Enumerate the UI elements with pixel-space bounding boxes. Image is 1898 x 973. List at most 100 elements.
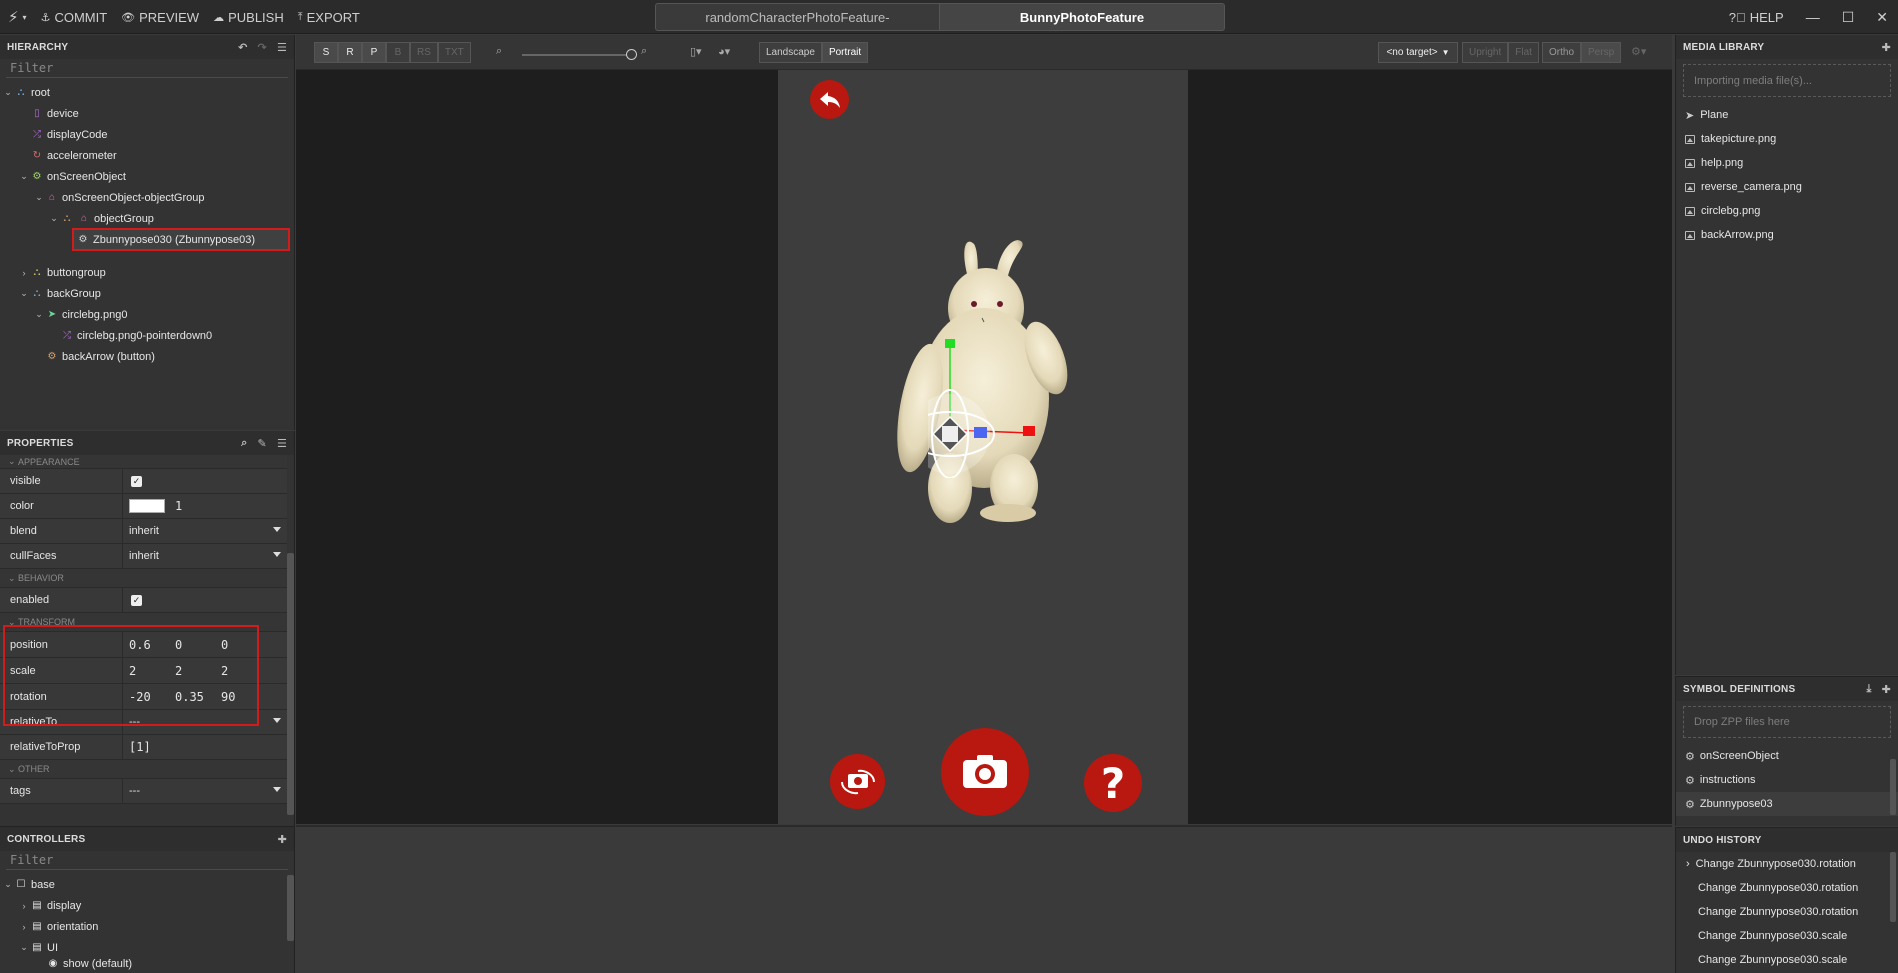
export-button[interactable]: ⤒ EXPORT: [298, 10, 360, 25]
section-other[interactable]: ⌄ OTHER: [0, 760, 287, 779]
tree-item-device[interactable]: ▯ device: [0, 103, 294, 124]
chevron-down-icon[interactable]: ⌄: [33, 192, 45, 203]
zoom-slider-track[interactable]: [522, 54, 632, 56]
tree-item-circlebg[interactable]: ⌄ ➤ circlebg.png0: [0, 304, 294, 325]
zpp-drop-zone[interactable]: Drop ZPP files here: [1683, 706, 1891, 738]
chevron-down-icon[interactable]: ⌄: [18, 942, 30, 953]
persp-button[interactable]: Persp: [1581, 42, 1622, 63]
publish-button[interactable]: ☁ PUBLISH: [213, 10, 284, 25]
tree-item-displaycode[interactable]: ⤮ displayCode: [0, 124, 294, 145]
media-item-takepicture[interactable]: takepicture.png: [1676, 127, 1898, 151]
position-z-input[interactable]: 0: [221, 638, 267, 652]
tree-item-backgroup[interactable]: ⌄ ⛬ backGroup: [0, 283, 294, 304]
enabled-checkbox[interactable]: ✓: [131, 594, 142, 606]
tab-bunny-photo-feature[interactable]: BunnyPhotoFeature: [940, 3, 1225, 31]
chevron-down-icon[interactable]: ⌄: [18, 288, 30, 299]
controller-display[interactable]: › ▤ display: [0, 895, 294, 916]
color-alpha-value[interactable]: 1: [175, 499, 182, 513]
mode-b-button[interactable]: B: [386, 42, 410, 63]
tree-item-pointerdown[interactable]: ⤮ circlebg.png0-pointerdown0: [0, 325, 294, 346]
media-item-circlebg[interactable]: circlebg.png: [1676, 199, 1898, 223]
controller-ui[interactable]: ⌄ ▤ UI: [0, 937, 294, 958]
mode-rotate-button[interactable]: R: [338, 42, 362, 63]
relativetoprop-input[interactable]: [1]: [123, 735, 287, 759]
symbol-onscreenobject[interactable]: ⚙ onScreenObject: [1676, 744, 1898, 768]
help-button[interactable]: ?⃝ HELP: [1729, 10, 1784, 25]
undo-item[interactable]: Change Zbunnypose030.scale: [1676, 924, 1898, 948]
landscape-button[interactable]: Landscape: [759, 42, 822, 63]
symbol-instructions[interactable]: ⚙ instructions: [1676, 768, 1898, 792]
media-item-backarrow[interactable]: backArrow.png: [1676, 223, 1898, 247]
search-icon[interactable]: ⌕: [241, 437, 247, 450]
section-appearance[interactable]: ⌄ APPEARANCE: [0, 455, 287, 469]
close-icon[interactable]: ✕: [1876, 9, 1888, 26]
undo-scrollbar[interactable]: [1890, 852, 1896, 922]
maximize-icon[interactable]: ☐: [1842, 9, 1855, 26]
help-question-button[interactable]: ?: [1084, 754, 1142, 812]
tree-item-buttongroup[interactable]: › ⛬ buttongroup: [0, 262, 294, 283]
media-item-reverse-camera[interactable]: reverse_camera.png: [1676, 175, 1898, 199]
camera-settings-icon[interactable]: ⚙▾: [1631, 45, 1646, 58]
add-icon[interactable]: ✚: [278, 833, 287, 846]
logo-menu[interactable]: ⚡ ▾: [8, 8, 27, 26]
blend-select[interactable]: inherit: [123, 519, 287, 543]
phone-canvas[interactable]: ?: [778, 70, 1188, 824]
undo-item[interactable]: › Change Zbunnypose030.rotation: [1676, 852, 1898, 876]
properties-scrollbar[interactable]: [287, 553, 294, 815]
tree-item-objectgroup-tag[interactable]: ⌄ ⌂ onScreenObject-objectGroup: [0, 187, 294, 208]
scale-y-input[interactable]: 2: [175, 664, 221, 678]
mode-rs-button[interactable]: RS: [410, 42, 438, 63]
chevron-down-icon[interactable]: ⌄: [33, 309, 45, 320]
undo-item[interactable]: Change Zbunnypose030.rotation: [1676, 876, 1898, 900]
controllers-scrollbar[interactable]: [287, 875, 294, 941]
take-picture-button[interactable]: [941, 728, 1029, 816]
media-item-plane[interactable]: ➤ Plane: [1676, 103, 1898, 127]
minimize-icon[interactable]: —: [1806, 9, 1820, 25]
cullfaces-select[interactable]: inherit: [123, 544, 287, 568]
scale-z-input[interactable]: 2: [221, 664, 267, 678]
transform-gizmo[interactable]: [928, 338, 1048, 478]
back-arrow-button[interactable]: [810, 80, 849, 119]
undo-item[interactable]: Change Zbunnypose030.scale: [1676, 948, 1898, 972]
visible-checkbox[interactable]: ✓: [131, 475, 142, 487]
tree-item-root[interactable]: ⌄ ⛬ root: [0, 82, 294, 103]
device-dropdown-icon[interactable]: ▯▾: [690, 45, 702, 58]
media-item-help[interactable]: help.png: [1676, 151, 1898, 175]
controller-orientation[interactable]: › ▤ orientation: [0, 916, 294, 937]
hierarchy-filter-input[interactable]: Filter: [6, 59, 288, 78]
add-icon[interactable]: ✚: [1882, 683, 1891, 696]
controller-base[interactable]: ⌄ ☐ base: [0, 874, 294, 895]
target-select[interactable]: <no target> ▼: [1378, 42, 1458, 63]
pencil-icon[interactable]: ✎: [258, 437, 267, 450]
zoom-in-icon[interactable]: ⌕: [641, 45, 647, 58]
undo-item[interactable]: Change Zbunnypose030.rotation: [1676, 900, 1898, 924]
color-swatch[interactable]: [129, 499, 165, 513]
rotation-z-input[interactable]: 90: [221, 690, 267, 704]
tree-item-zbunnypose030[interactable]: ⚙ Zbunnypose030 (Zbunnypose03): [0, 228, 294, 251]
position-x-input[interactable]: 0.6: [129, 638, 175, 652]
menu-icon[interactable]: ☰: [277, 437, 287, 450]
chevron-down-icon[interactable]: ⌄: [18, 171, 30, 182]
ortho-button[interactable]: Ortho: [1542, 42, 1582, 63]
chevron-right-icon[interactable]: ›: [18, 268, 30, 278]
chevron-right-icon[interactable]: ›: [18, 901, 30, 911]
tree-item-accelerometer[interactable]: ↻ accelerometer: [0, 145, 294, 166]
zoom-slider-knob[interactable]: [626, 49, 637, 60]
mode-select-button[interactable]: S: [314, 42, 338, 63]
chevron-right-icon[interactable]: ›: [18, 922, 30, 932]
reverse-camera-button[interactable]: [830, 754, 885, 809]
mode-txt-button[interactable]: TXT: [437, 42, 471, 63]
symbol-zbunnypose03[interactable]: ⚙ Zbunnypose03: [1676, 792, 1898, 816]
add-icon[interactable]: ✚: [1882, 41, 1891, 54]
media-drop-zone[interactable]: Importing media file(s)...: [1683, 64, 1891, 97]
flat-button[interactable]: Flat: [1508, 42, 1539, 63]
controller-show-default[interactable]: ◉ show (default): [0, 958, 294, 970]
tree-item-backarrow[interactable]: ⚙ backArrow (button): [0, 346, 294, 367]
menu-icon[interactable]: ☰: [277, 41, 287, 54]
section-transform[interactable]: ⌄ TRANSFORM: [0, 613, 287, 632]
position-y-input[interactable]: 0: [175, 638, 221, 652]
tab-random-character[interactable]: randomCharacterPhotoFeature-: [655, 3, 940, 31]
relativeto-select[interactable]: ---: [123, 710, 287, 734]
timeline-panel[interactable]: [296, 825, 1672, 973]
tree-item-objectgroup[interactable]: ⌄ ⛬ ⌂ objectGroup: [0, 208, 294, 229]
